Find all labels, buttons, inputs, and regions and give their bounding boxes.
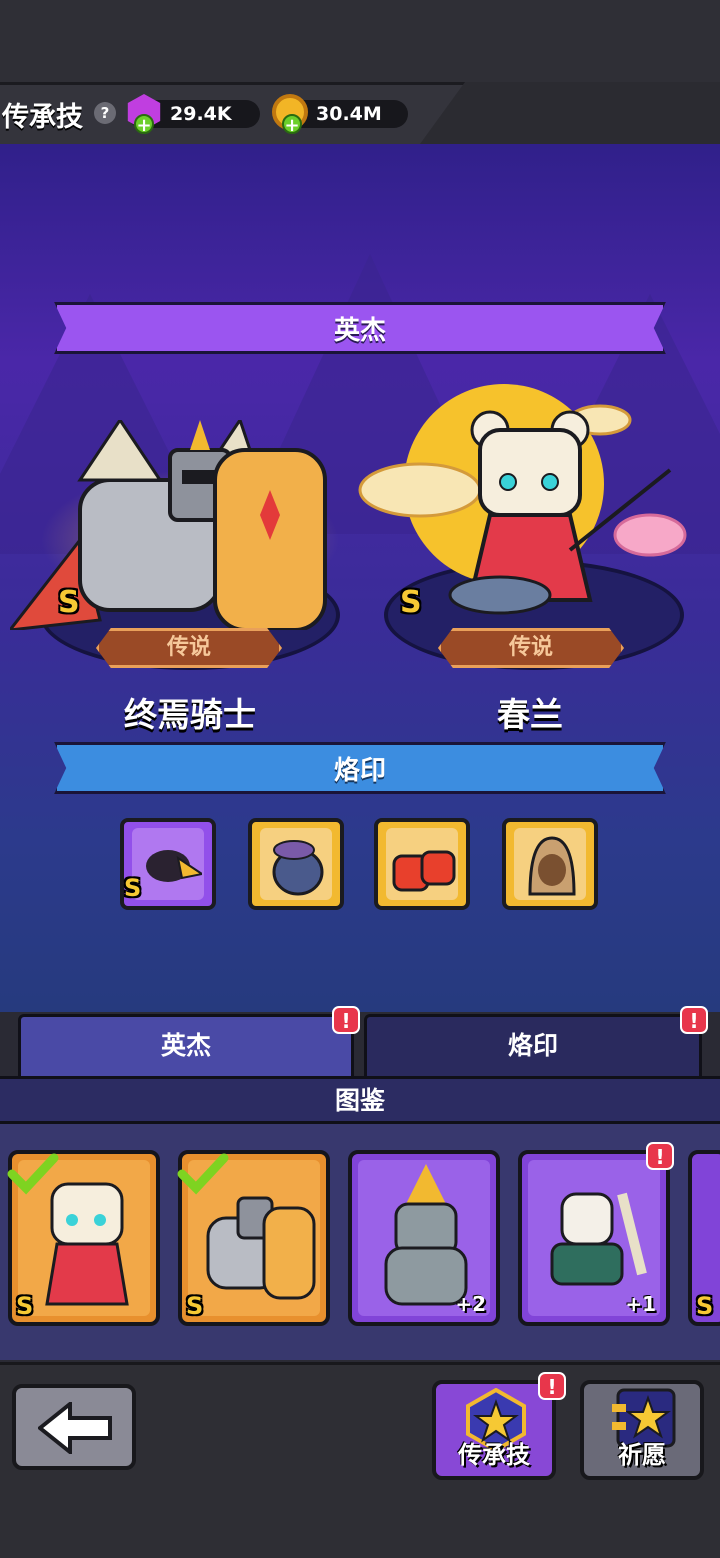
- hero-rank-left: S: [58, 585, 80, 620]
- hero-rank-right: S: [400, 585, 422, 620]
- tab-heroes[interactable]: 英杰: [18, 1014, 354, 1076]
- status-bar: [0, 0, 720, 82]
- header-slant: [420, 82, 720, 144]
- wish-label: 祈愿: [618, 1441, 666, 1469]
- codex-title: 图鉴: [0, 1076, 720, 1124]
- hero-name-left: 终焉骑士: [124, 695, 256, 734]
- tab-heroes-alert-badge: !: [332, 1006, 360, 1034]
- seal-slot[interactable]: S: [120, 818, 216, 910]
- arrow-left-icon: [38, 1402, 112, 1454]
- codex-card[interactable]: S: [688, 1150, 720, 1326]
- seals-banner: 烙印: [54, 742, 666, 794]
- seal-slot[interactable]: [502, 818, 598, 910]
- hero-name-right: 春兰: [497, 695, 563, 734]
- tab-seals-alert-badge: !: [680, 1006, 708, 1034]
- hero-rarity-left: 传说: [96, 628, 282, 668]
- codex-card[interactable]: +2: [348, 1150, 500, 1326]
- codex-card-alert-badge: !: [646, 1142, 674, 1170]
- check-icon: [177, 1153, 229, 1195]
- codex-card[interactable]: +1: [518, 1150, 670, 1326]
- seal-slot[interactable]: [248, 818, 344, 910]
- hero-rarity-right: 传说: [438, 628, 624, 668]
- help-icon[interactable]: ?: [94, 102, 116, 124]
- inherit-skill-label: 传承技: [458, 1441, 530, 1469]
- page-title: 传承技: [2, 102, 83, 133]
- back-button[interactable]: [12, 1384, 136, 1470]
- codex-card-count: +2: [455, 1292, 486, 1316]
- wish-button[interactable]: 祈愿: [580, 1380, 704, 1480]
- check-icon: [7, 1153, 59, 1195]
- heroes-banner: 英杰: [54, 302, 666, 354]
- seal-slot[interactable]: [374, 818, 470, 910]
- codex-card[interactable]: S: [7, 1150, 160, 1326]
- add-gem-icon[interactable]: +: [134, 114, 154, 135]
- inherit-skill-alert-badge: !: [538, 1372, 566, 1400]
- codex-card[interactable]: S: [177, 1150, 330, 1326]
- add-coin-icon[interactable]: +: [282, 114, 302, 135]
- tab-seals[interactable]: 烙印: [364, 1014, 702, 1076]
- codex-card-count: +1: [625, 1292, 656, 1316]
